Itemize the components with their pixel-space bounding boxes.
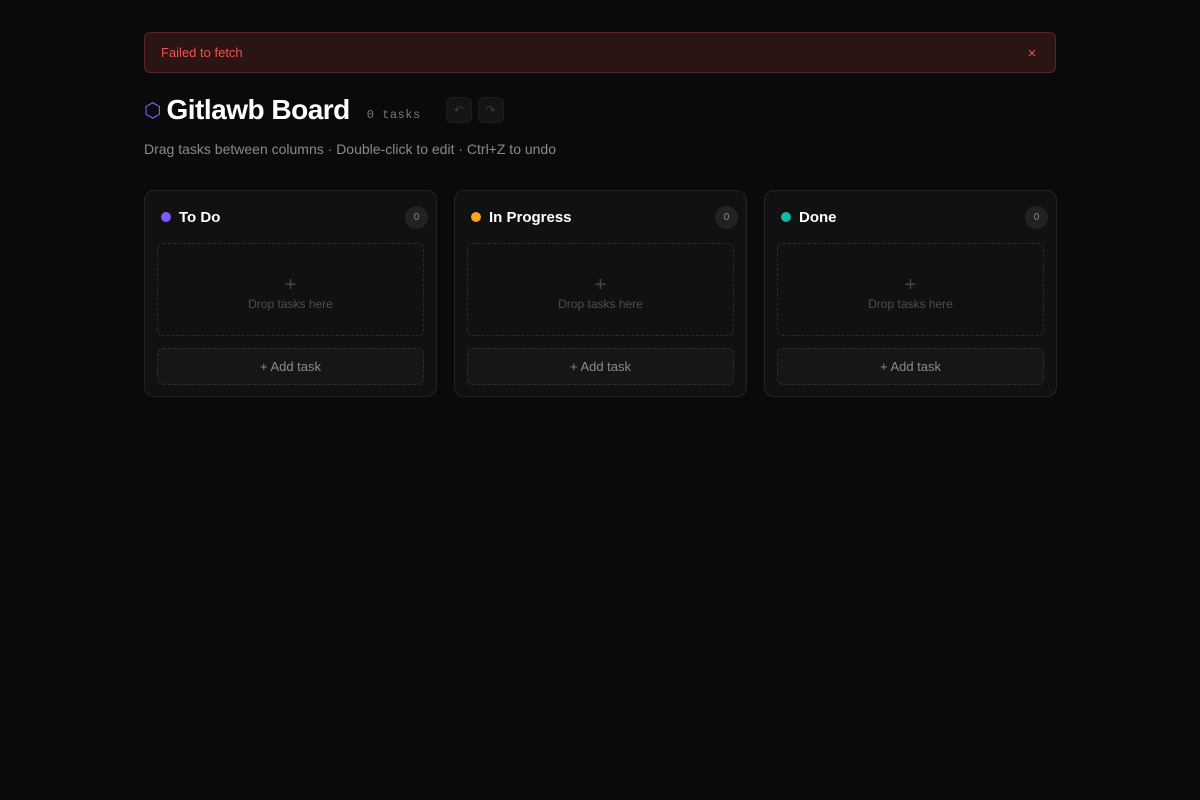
- plus-icon: +: [594, 273, 607, 296]
- plus-icon: +: [284, 273, 297, 296]
- page-title: Gitlawb Board: [166, 94, 350, 125]
- close-icon[interactable]: ×: [1023, 45, 1041, 63]
- column-header: Done 0: [777, 191, 1048, 243]
- task-count: 0 tasks: [366, 107, 421, 122]
- board-page: Failed to fetch × ⬡ Gitlawb Board 0 task…: [144, 32, 1057, 397]
- column-count-badge: 0: [715, 205, 738, 229]
- board-columns: To Do 0 + Drop tasks here + Add task In …: [144, 190, 1057, 397]
- column-header: In Progress 0: [467, 191, 738, 243]
- column-title: To Do: [179, 208, 221, 226]
- plus-icon: +: [904, 273, 917, 296]
- column-title-group: To Do: [161, 209, 220, 226]
- column-count-badge: 0: [1025, 205, 1048, 229]
- add-task-button[interactable]: + Add task: [777, 348, 1044, 385]
- dropzone[interactable]: + Drop tasks here: [467, 243, 734, 336]
- status-dot-icon: [161, 212, 171, 222]
- error-message: Failed to fetch: [161, 45, 243, 60]
- status-dot-icon: [781, 212, 791, 222]
- redo-button[interactable]: ↷: [477, 97, 504, 123]
- column-in-progress: In Progress 0 + Drop tasks here + Add ta…: [454, 190, 747, 397]
- page-subtitle: Drag tasks between columns · Double-clic…: [144, 141, 557, 157]
- column-count-badge: 0: [405, 205, 428, 229]
- add-task-button[interactable]: + Add task: [157, 348, 424, 385]
- dropzone-label: Drop tasks here: [248, 296, 333, 311]
- column-title-group: Done: [781, 209, 837, 226]
- hexagon-logo-icon: ⬡: [144, 100, 162, 122]
- column-title-group: In Progress: [471, 209, 572, 226]
- dropzone[interactable]: + Drop tasks here: [777, 243, 1044, 336]
- add-task-button[interactable]: + Add task: [467, 348, 734, 385]
- column-title: In Progress: [489, 208, 572, 226]
- undo-button[interactable]: ↶: [445, 97, 472, 123]
- redo-icon: ↷: [485, 103, 496, 117]
- column-title: Done: [799, 208, 837, 226]
- column-done: Done 0 + Drop tasks here + Add task: [764, 190, 1057, 397]
- dropzone-label: Drop tasks here: [868, 296, 953, 311]
- column-header: To Do 0: [157, 191, 428, 243]
- dropzone-label: Drop tasks here: [558, 296, 643, 311]
- undo-icon: ↶: [453, 103, 464, 117]
- error-banner: Failed to fetch ×: [144, 32, 1056, 73]
- status-dot-icon: [471, 212, 481, 222]
- title-row: ⬡ Gitlawb Board 0 tasks ↶ ↷: [144, 93, 1056, 127]
- dropzone[interactable]: + Drop tasks here: [157, 243, 424, 336]
- column-todo: To Do 0 + Drop tasks here + Add task: [144, 190, 437, 397]
